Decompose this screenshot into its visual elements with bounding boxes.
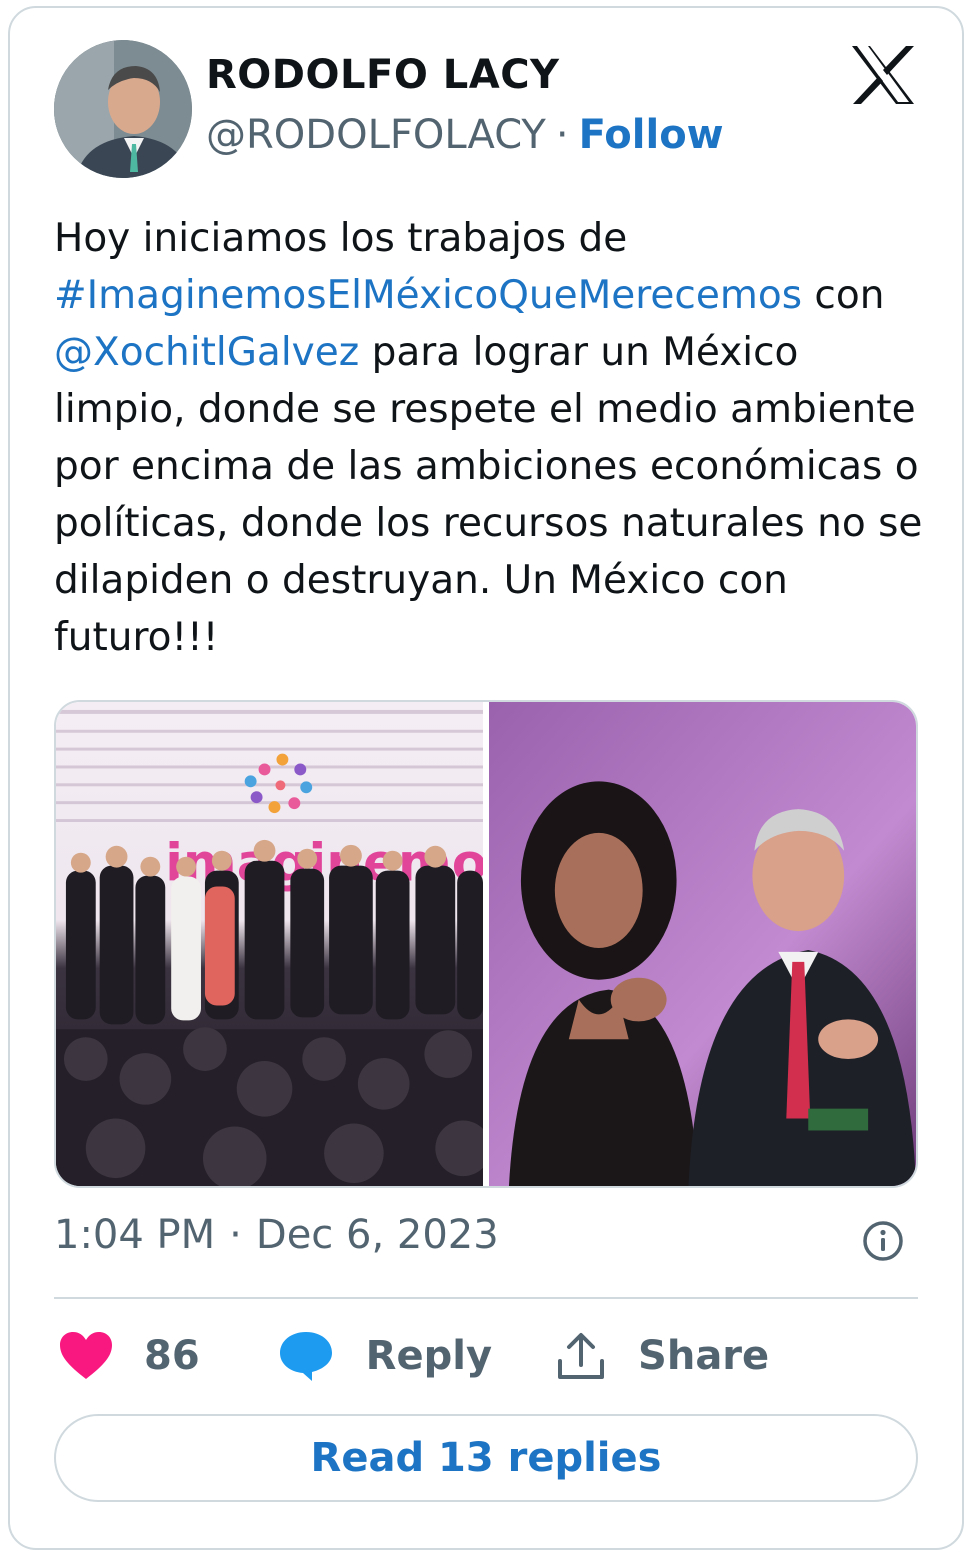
media-image-audience[interactable] — [489, 702, 916, 1186]
timestamp-separator: · — [229, 1212, 242, 1258]
tweet-timestamp[interactable]: 1:04 PM · Dec 6, 2023 — [54, 1212, 499, 1258]
media-image-stage[interactable]: imaginemos — [56, 702, 483, 1186]
share-button[interactable]: Share — [556, 1331, 769, 1381]
author-handle[interactable]: @RODOLFOLACY — [206, 112, 546, 158]
media-grid: imaginemos — [54, 700, 918, 1188]
like-count: 86 — [144, 1333, 200, 1379]
author-handle-row: @RODOLFOLACY · Follow — [206, 112, 724, 158]
tweet-text-mid: con — [802, 273, 885, 318]
tweet-text-end: para lograr un México limpio, donde se r… — [54, 330, 923, 660]
tweet-date: Dec 6, 2023 — [255, 1212, 499, 1258]
info-icon[interactable] — [862, 1220, 904, 1262]
mention-link[interactable]: @XochitlGalvez — [54, 330, 359, 375]
follow-button[interactable]: Follow — [579, 112, 724, 158]
reply-button[interactable]: Reply — [278, 1330, 492, 1382]
like-button[interactable]: 86 — [58, 1331, 200, 1381]
heart-icon — [60, 1332, 112, 1379]
author-name[interactable]: RODOLFO LACY — [206, 52, 560, 98]
tweet-text: Hoy iniciamos los trabajos de #Imaginemo… — [54, 210, 924, 666]
hashtag-link[interactable]: #ImaginemosElMéxicoQueMerecemos — [54, 273, 802, 318]
x-logo-icon[interactable] — [850, 44, 916, 106]
divider — [54, 1297, 918, 1299]
author-avatar[interactable] — [54, 40, 192, 178]
separator-dot: · — [555, 112, 569, 158]
action-bar: 86 Reply Share — [58, 1324, 769, 1388]
reply-bubble-icon — [279, 1332, 332, 1381]
share-label: Share — [638, 1333, 770, 1379]
read-replies-button[interactable]: Read 13 replies — [54, 1414, 918, 1502]
tweet-time: 1:04 PM — [54, 1212, 216, 1258]
tweet-text-start: Hoy iniciamos los trabajos de — [54, 216, 628, 261]
share-icon — [558, 1333, 605, 1379]
reply-label: Reply — [365, 1333, 493, 1379]
